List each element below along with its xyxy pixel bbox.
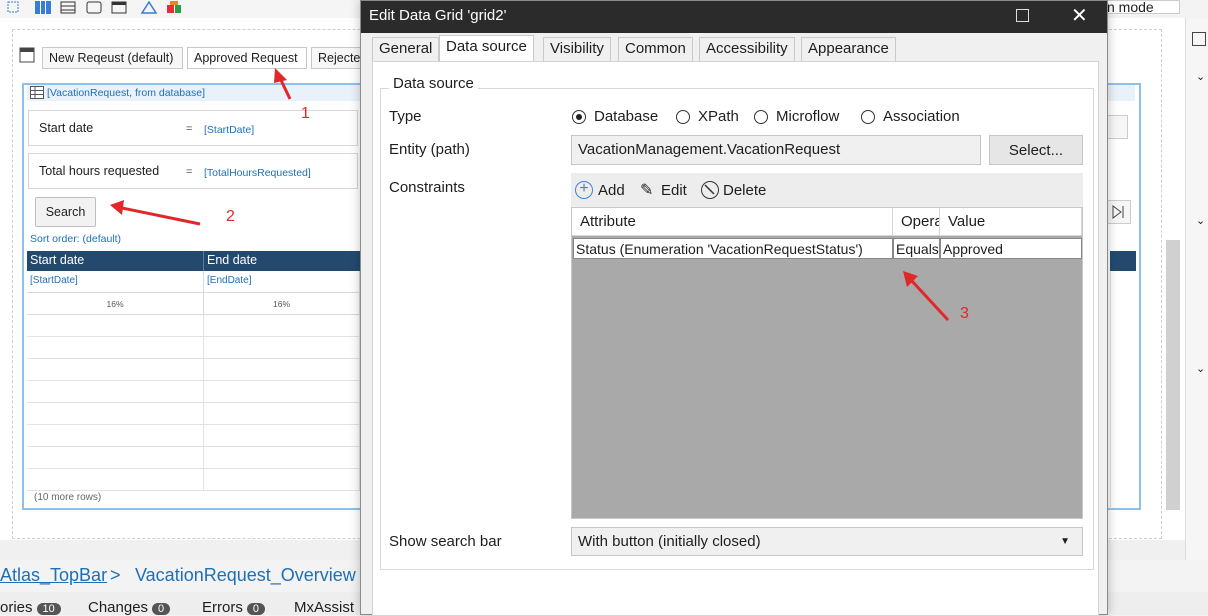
- annotation-label-3: 3: [960, 305, 969, 322]
- arrow-marker-1: [274, 68, 292, 100]
- annotation-label-2: 2: [226, 208, 235, 225]
- annotation-label-1: 1: [301, 105, 310, 122]
- arrow-marker-2: [110, 200, 201, 226]
- arrow-marker-3: [903, 271, 950, 322]
- annotation-overlay: [110, 68, 950, 322]
